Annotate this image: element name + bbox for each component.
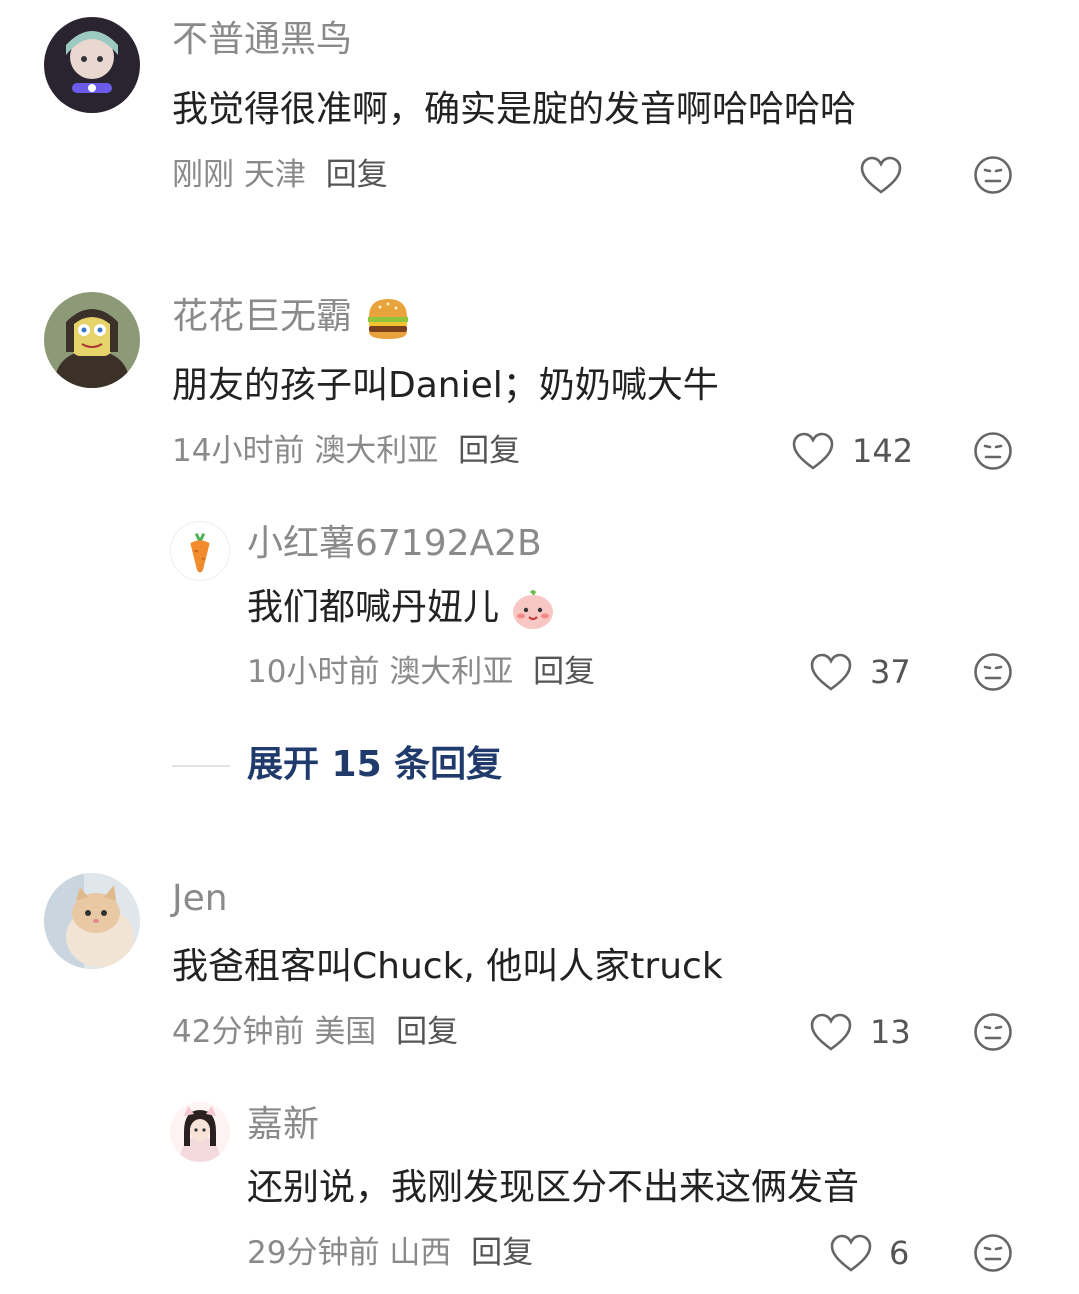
meh-face-icon[interactable] [973,1233,1013,1273]
reply-text-content: 我们都喊丹妞儿 [247,587,500,628]
reply-text[interactable]: 我们都喊丹妞儿 [247,586,556,632]
heart-icon[interactable] [859,155,903,195]
reply-button[interactable]: 回复 [458,433,520,469]
like-count: 6 [889,1234,910,1272]
avatar[interactable] [170,521,230,581]
timestamp: 29分钟前 [247,1235,380,1271]
reply-button[interactable]: 回复 [396,1014,458,1050]
like-count: 142 [852,432,914,470]
timestamp: 刚刚 [172,157,234,193]
heart-icon[interactable] [791,431,835,471]
avatar[interactable] [44,292,140,388]
username[interactable]: 不普通黑鸟 [172,18,352,62]
meh-face-icon[interactable] [973,431,1013,471]
comment-text[interactable]: 朋友的孩子叫Daniel；奶奶喊大牛 [172,364,719,408]
heart-icon[interactable] [809,1012,853,1052]
username[interactable]: Jen [172,877,228,921]
comment-meta: 42分钟前 美国 回复 [172,1012,458,1052]
reply-button[interactable]: 回复 [471,1235,533,1271]
timestamp: 10小时前 [247,654,380,690]
location: 澳大利亚 [389,654,514,690]
comment-text[interactable]: 我觉得很准啊，确实是腚的发音啊哈哈哈哈 [172,88,856,132]
burger-emoji [365,295,411,341]
avatar[interactable] [44,17,140,113]
like-count: 37 [870,653,911,691]
comment-meta: 14小时前 澳大利亚 回复 [172,431,520,471]
heart-icon[interactable] [829,1233,873,1273]
reply-meta: 10小时前 澳大利亚 回复 [247,652,595,692]
location: 美国 [314,1014,377,1050]
reply-meta: 29分钟前 山西 回复 [247,1233,533,1273]
meh-face-icon[interactable] [973,652,1013,692]
meh-face-icon[interactable] [973,1012,1013,1052]
expand-replies-link[interactable]: 展开 15 条回复 [247,743,502,787]
username-text: 花花巨无霸 [172,296,353,337]
username[interactable]: 嘉新 [247,1103,319,1147]
timestamp: 42分钟前 [172,1014,305,1050]
avatar[interactable] [44,873,140,969]
username[interactable]: 花花巨无霸 [172,295,411,341]
avatar[interactable] [170,1102,230,1162]
reply-text[interactable]: 还别说，我刚发现区分不出来这俩发音 [247,1166,859,1210]
comment-meta: 刚刚 天津 回复 [172,155,388,195]
comment-text[interactable]: 我爸租客叫Chuck, 他叫人家truck [172,945,723,989]
username[interactable]: 小红薯67192A2B [247,522,542,566]
reply-button[interactable]: 回复 [533,654,595,690]
reply-button[interactable]: 回复 [326,157,388,193]
location: 澳大利亚 [314,433,439,469]
location: 天津 [243,157,306,193]
heart-icon[interactable] [809,652,853,692]
location: 山西 [389,1235,452,1271]
expand-divider [172,765,230,767]
timestamp: 14小时前 [172,433,305,469]
like-count: 13 [870,1013,911,1051]
blush-emoji [510,586,556,632]
meh-face-icon[interactable] [973,155,1013,195]
